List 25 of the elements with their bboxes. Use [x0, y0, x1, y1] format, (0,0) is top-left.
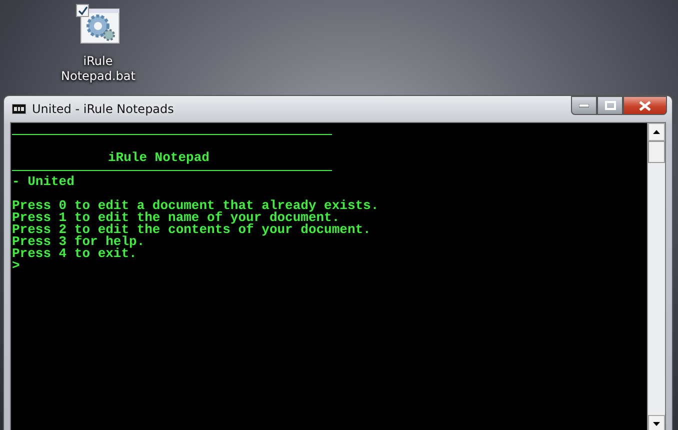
console-icon [12, 104, 26, 114]
down-arrow-icon [653, 422, 660, 426]
console-line: Press 1 to edit the name of your document. [12, 212, 340, 224]
window-title: United - iRule Notepads [32, 102, 174, 116]
maximize-icon [604, 101, 616, 110]
console-line: Press 3 for help. [12, 236, 146, 248]
checkbox[interactable] [76, 4, 89, 17]
prompt: > [12, 260, 21, 272]
close-icon [639, 100, 651, 110]
maximize-button[interactable] [597, 96, 623, 115]
scrollbar[interactable] [647, 123, 665, 430]
up-arrow-icon [653, 130, 660, 134]
document-name: - United [12, 176, 76, 188]
minimize-icon [579, 104, 589, 108]
scroll-down-button[interactable] [648, 415, 665, 430]
icon-label[interactable]: iRule Notepad.bat [59, 54, 137, 84]
minimize-button[interactable] [571, 96, 597, 115]
gears-icon[interactable] [78, 6, 120, 44]
console-line: Press 4 to exit. [12, 248, 137, 260]
close-button[interactable] [623, 96, 667, 115]
console-line: Press 0 to edit a document that already exists. [12, 200, 380, 212]
console-line: Press 2 to edit the contents of your document. [12, 224, 372, 236]
scroll-thumb[interactable] [648, 141, 665, 163]
scroll-up-button[interactable] [648, 123, 665, 141]
console-heading: iRule Notepad [107, 152, 210, 164]
